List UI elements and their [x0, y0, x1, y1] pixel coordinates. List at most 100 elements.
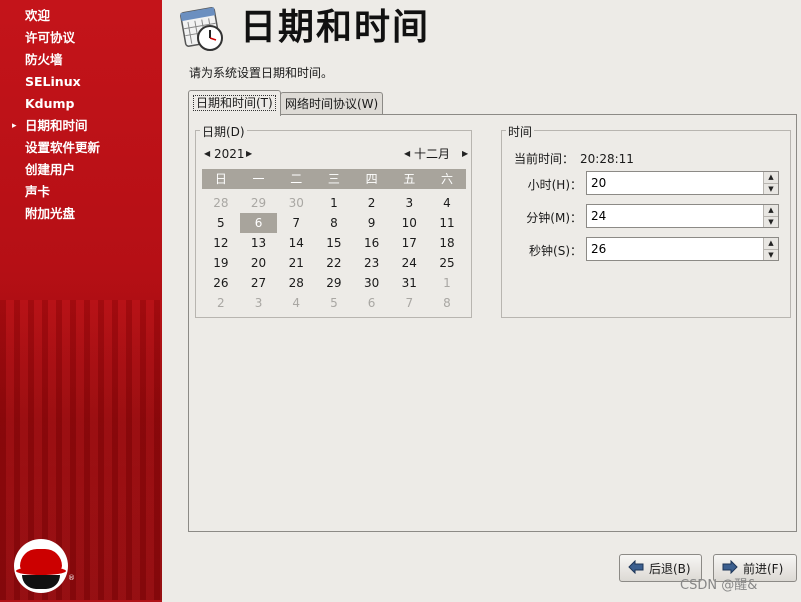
sidebar-item-additional-cds: 附加光盘 — [25, 206, 76, 221]
calendar-day-outside[interactable]: 7 — [390, 293, 428, 313]
calendar-day[interactable]: 17 — [390, 233, 428, 253]
calendar-day[interactable]: 19 — [202, 253, 240, 273]
second-down-icon[interactable]: ▼ — [764, 249, 778, 261]
sidebar-item-create-user: 创建用户 — [25, 162, 76, 177]
hour-spinbox[interactable]: ▲ ▼ — [586, 171, 779, 195]
calendar-day-outside[interactable]: 5 — [315, 293, 353, 313]
second-row: 秒钟(S)： ▲ ▼ — [502, 237, 792, 263]
calendar-day-outside[interactable]: 30 — [277, 193, 315, 213]
minute-input[interactable] — [589, 208, 763, 224]
date-group-label: 日期(D) — [200, 123, 247, 140]
calendar-nav: ◀ 2021 ▶ ◀ 十二月 ▶ — [202, 145, 468, 163]
calendar-week-row: 19 20 21 22 23 24 25 — [202, 253, 466, 273]
month-label: 十二月 — [414, 147, 451, 161]
weekday-label: 一 — [252, 172, 265, 186]
second-up-icon[interactable]: ▲ — [764, 238, 778, 249]
hour-input[interactable] — [589, 175, 763, 191]
minute-up-icon[interactable]: ▲ — [764, 205, 778, 216]
tab-panel: 日期(D) ◀ 2021 ▶ ◀ 十二月 ▶ 日一二三四五六 28 29 30 1 2 3… — [188, 114, 797, 532]
calendar-day[interactable]: 20 — [240, 253, 278, 273]
current-step-arrow-icon: ▸ — [12, 121, 17, 131]
calendar-day[interactable]: 9 — [353, 213, 391, 233]
tab-ntp[interactable]: 网络时间协议(W) — [280, 92, 384, 115]
minute-down-icon[interactable]: ▼ — [764, 216, 778, 228]
arrow-left-icon — [628, 559, 644, 577]
calendar-day[interactable]: 8 — [315, 213, 353, 233]
calendar-day[interactable]: 7 — [277, 213, 315, 233]
sidebar-item-software-updates: 设置软件更新 — [25, 140, 101, 155]
calendar-day[interactable]: 1 — [315, 193, 353, 213]
calendar-day[interactable]: 22 — [315, 253, 353, 273]
calendar-day[interactable]: 16 — [353, 233, 391, 253]
calendar-day[interactable]: 21 — [277, 253, 315, 273]
weekday-label: 六 — [440, 172, 453, 186]
sidebar-item-firewall: 防火墙 — [25, 52, 63, 67]
calendar-clock-icon — [180, 6, 226, 52]
tab-date-time[interactable]: 日期和时间(T) — [188, 90, 281, 116]
year-label: 2021 — [214, 147, 245, 161]
prev-year-icon[interactable]: ◀ — [204, 145, 210, 163]
watermark: CSDN @醒& — [680, 578, 758, 593]
sidebar-item-soundcard: 声卡 — [25, 184, 51, 199]
time-group-label: 时间 — [506, 123, 535, 140]
calendar-day[interactable]: 4 — [428, 193, 466, 213]
next-year-icon[interactable]: ▶ — [246, 145, 252, 163]
calendar-day[interactable]: 28 — [277, 273, 315, 293]
page-title: 日期和时间 — [240, 7, 431, 48]
minute-spinbox[interactable]: ▲ ▼ — [586, 204, 779, 228]
hour-row: 小时(H)： ▲ ▼ — [502, 171, 792, 197]
calendar-day[interactable]: 11 — [428, 213, 466, 233]
calendar-day[interactable]: 14 — [277, 233, 315, 253]
calendar-day[interactable]: 3 — [390, 193, 428, 213]
calendar-day[interactable]: 29 — [315, 273, 353, 293]
calendar-day[interactable]: 31 — [390, 273, 428, 293]
calendar-day-outside[interactable]: 3 — [240, 293, 278, 313]
redhat-logo — [14, 539, 68, 593]
calendar-day[interactable]: 18 — [428, 233, 466, 253]
sidebar-item-kdump: Kdump — [25, 96, 75, 111]
calendar-day[interactable]: 24 — [390, 253, 428, 273]
calendar-day[interactable]: 30 — [353, 273, 391, 293]
calendar-day[interactable]: 26 — [202, 273, 240, 293]
calendar-week-row: 5 6 7 8 9 10 11 — [202, 213, 466, 233]
calendar-week-row: 2345678 — [202, 293, 466, 313]
sidebar: 欢迎 许可协议 防火墙 SELinux Kdump ▸ 日期和时间 设置软件更新… — [0, 0, 162, 602]
calendar-day[interactable]: 6 — [239, 213, 278, 233]
current-time-value: 20:28:11 — [580, 152, 634, 166]
calendar-day[interactable]: 27 — [240, 273, 278, 293]
calendar-day-outside[interactable]: 28 — [202, 193, 240, 213]
time-group: 时间 当前时间： 20:28:11 小时(H)： ▲ ▼ 分钟(M)： ▲ ▼ — [501, 123, 792, 318]
calendar-day[interactable]: 2 — [353, 193, 391, 213]
calendar-day[interactable]: 25 — [428, 253, 466, 273]
calendar-day[interactable]: 15 — [315, 233, 353, 253]
prev-month-icon[interactable]: ◀ — [404, 145, 410, 163]
instruction-text: 请为系统设置日期和时间。 — [189, 66, 334, 80]
hour-up-icon[interactable]: ▲ — [764, 172, 778, 183]
calendar-day[interactable]: 13 — [240, 233, 278, 253]
calendar-day[interactable]: 10 — [390, 213, 428, 233]
calendar-day-outside[interactable]: 29 — [240, 193, 278, 213]
calendar-day[interactable]: 12 — [202, 233, 240, 253]
second-input[interactable] — [589, 241, 763, 257]
second-spinbox[interactable]: ▲ ▼ — [586, 237, 779, 261]
calendar-day-outside[interactable]: 1 — [428, 273, 466, 293]
sidebar-item-selinux: SELinux — [25, 74, 81, 89]
hour-down-icon[interactable]: ▼ — [764, 183, 778, 195]
calendar-day-outside[interactable]: 6 — [353, 293, 391, 313]
current-time: 当前时间： 20:28:11 — [514, 150, 634, 167]
minute-row: 分钟(M)： ▲ ▼ — [502, 204, 792, 230]
calendar-day-outside[interactable]: 2 — [202, 293, 240, 313]
calendar-week-row: 28 29 30 1 2 3 4 — [202, 193, 466, 213]
weekday-label: 日 — [214, 172, 227, 186]
registered-mark: ® — [68, 574, 75, 582]
calendar-day-outside[interactable]: 8 — [428, 293, 466, 313]
calendar-day[interactable]: 5 — [202, 213, 240, 233]
calendar-day[interactable]: 23 — [353, 253, 391, 273]
second-label: 秒钟(S)： — [529, 244, 582, 258]
calendar-week-row: 12 13 14 15 16 17 18 — [202, 233, 466, 253]
calendar-day-outside[interactable]: 4 — [277, 293, 315, 313]
date-group: 日期(D) ◀ 2021 ▶ ◀ 十二月 ▶ 日一二三四五六 28 29 30 1 2 3… — [195, 123, 472, 318]
next-month-icon[interactable]: ▶ — [462, 145, 468, 163]
calendar-grid: 28 29 30 1 2 3 4 5 6 7 8 9 10 11 12 13 14 15 16 17 18 19 20 21 2… — [202, 193, 466, 313]
calendar-week-row: 26 27 28 29 30 31 1 — [202, 273, 466, 293]
